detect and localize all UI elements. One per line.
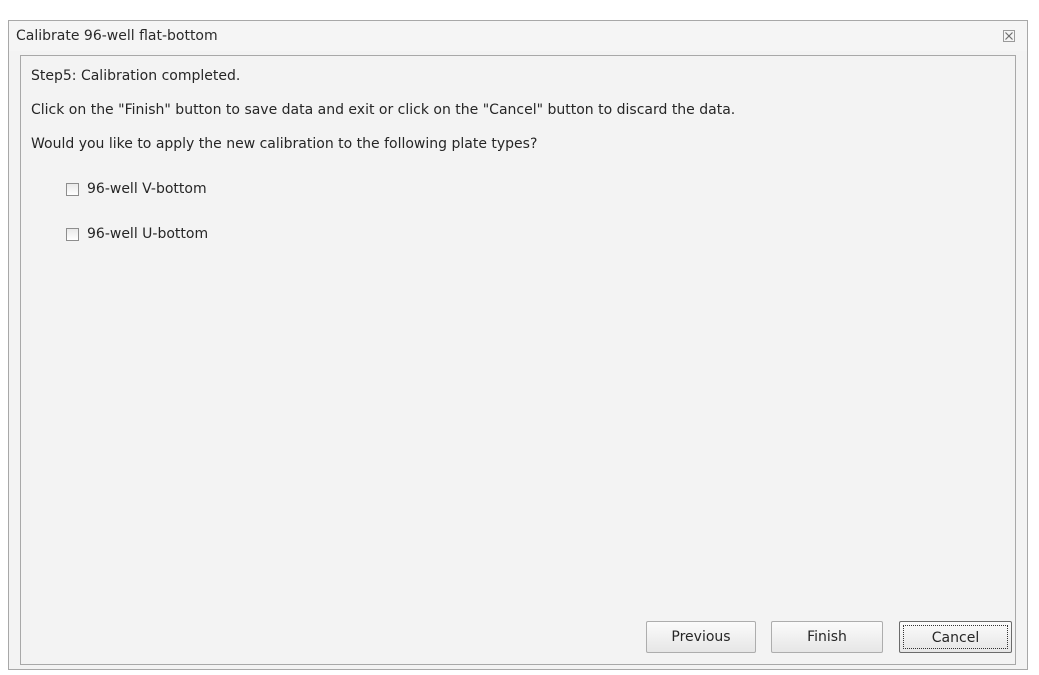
checkbox-u-bottom[interactable]: 96-well U-bottom (66, 225, 208, 243)
title-bar: Calibrate 96-well flat-bottom (9, 21, 1027, 51)
close-icon (1003, 30, 1015, 42)
cancel-button-label: Cancel (903, 625, 1008, 649)
checkbox-label: 96-well U-bottom (87, 226, 209, 242)
finish-button[interactable]: Finish (771, 621, 883, 653)
question-text: Would you like to apply the new calibrat… (31, 136, 538, 152)
dialog-title: Calibrate 96-well flat-bottom (16, 28, 218, 44)
checkbox-box[interactable] (66, 227, 79, 241)
previous-button[interactable]: Previous (646, 621, 756, 653)
checkbox-label: 96-well V-bottom (87, 181, 207, 197)
checkbox-v-bottom[interactable]: 96-well V-bottom (66, 180, 207, 198)
close-button[interactable] (1001, 28, 1017, 44)
step-text: Step5: Calibration completed. (31, 68, 241, 84)
content-panel: Step5: Calibration completed. Click on t… (20, 55, 1016, 665)
checkbox-box[interactable] (66, 182, 79, 196)
instruction-text: Click on the "Finish" button to save dat… (31, 102, 736, 118)
calibration-dialog: Calibrate 96-well flat-bottom Step5: Cal… (8, 20, 1028, 670)
cancel-button[interactable]: Cancel (899, 621, 1012, 653)
